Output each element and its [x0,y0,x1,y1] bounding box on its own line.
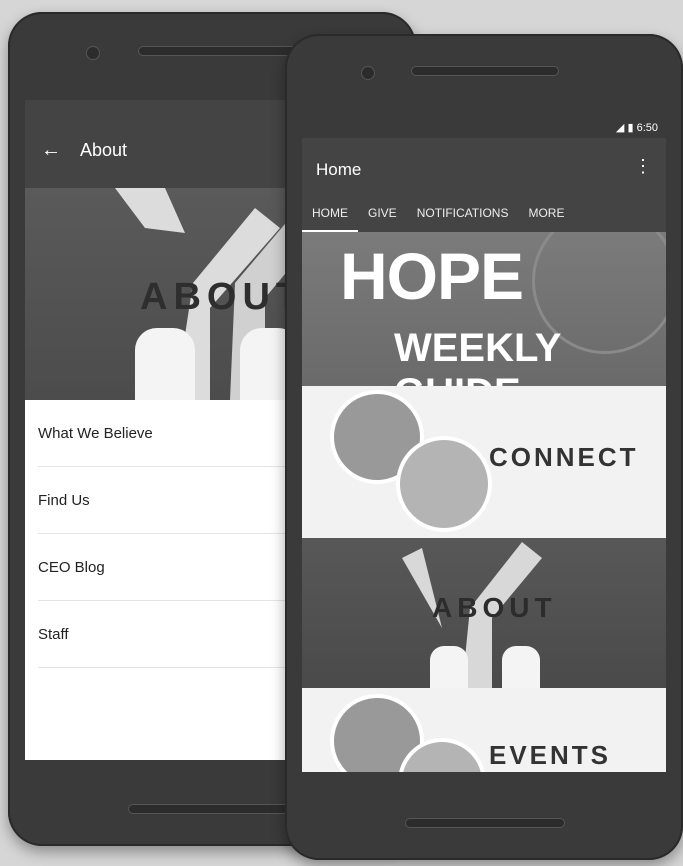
status-bar: ◢ ▮ 6:50 [302,118,666,138]
events-banner[interactable]: EVENTS [302,688,666,772]
about-banner[interactable]: ABOUT [302,538,666,688]
sneaker-left-icon [430,646,468,688]
banner-label: ABOUT [432,592,557,623]
front-camera [361,66,375,80]
person-photo [396,436,492,532]
hero-text: ABOUT [140,276,306,318]
tab-home[interactable]: HOME [302,194,358,232]
signal-icon: ◢ [615,122,625,134]
sneaker-left-icon [135,328,195,400]
menu-item-label: What We Believe [38,424,153,442]
menu-item-label: Staff [38,625,69,643]
page-title: About [80,140,128,160]
front-camera [86,46,100,60]
banner-subtitle: WEEKLY GUIDE [394,326,561,386]
tab-give[interactable]: GIVE [358,194,407,232]
hope-weekly-guide-banner[interactable]: HOPE WEEKLY GUIDE [302,232,666,386]
connect-banner[interactable]: CONNECT [302,386,666,538]
tab-label: MORE [528,206,565,220]
tab-label: HOME [312,206,348,220]
tab-notifications[interactable]: NOTIFICATIONS [407,194,519,232]
tab-label: NOTIFICATIONS [416,206,509,220]
front-screen: ◢ ▮ 6:50 Home ⋮ HOME GIVE NOTIFICATIONS … [302,118,666,772]
bottom-speaker [405,818,565,828]
menu-item-label: Find Us [38,491,90,509]
home-toolbar: Home ⋮ [302,138,666,194]
menu-item-label: CEO Blog [38,558,105,576]
battery-icon: ▮ [627,122,634,134]
tab-more[interactable]: MORE [518,194,574,232]
front-phone: ◢ ▮ 6:50 Home ⋮ HOME GIVE NOTIFICATIONS … [285,34,683,860]
overflow-menu-icon[interactable]: ⋮ [634,156,652,177]
banner-label: EVENTS [489,740,612,770]
back-arrow-icon[interactable]: ← [41,140,61,160]
tab-label: GIVE [368,206,397,220]
banner-label: CONNECT [489,442,639,472]
earpiece-speaker [411,66,559,76]
status-time: 6:50 [636,122,658,134]
page-title: Home [316,160,362,179]
tab-bar: HOME GIVE NOTIFICATIONS MORE [302,194,666,232]
banner-title: HOPE [340,239,524,313]
sneaker-right-icon [502,646,540,688]
